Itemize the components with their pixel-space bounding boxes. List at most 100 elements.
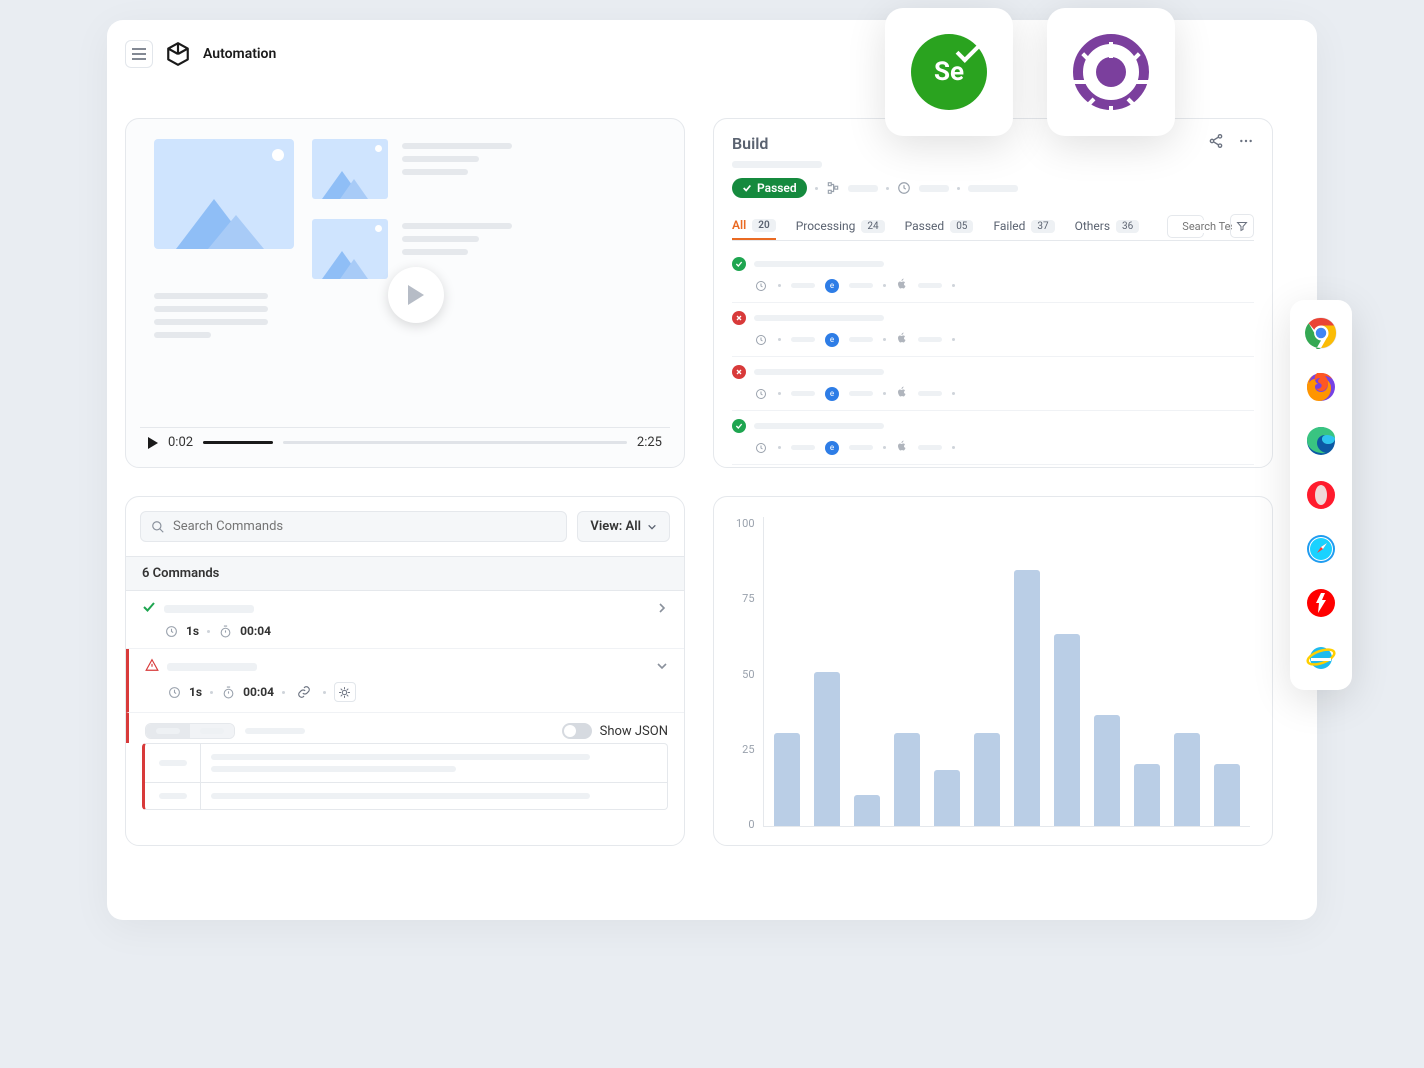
tab-failed[interactable]: Failed37	[993, 213, 1054, 239]
chart-bar	[1174, 733, 1200, 826]
play-icon[interactable]	[148, 437, 158, 449]
show-json-label: Show JSON	[600, 724, 668, 739]
firefox-icon	[1304, 370, 1338, 404]
command-detail-table	[142, 743, 668, 810]
placeholder-lines	[126, 279, 296, 338]
clock-icon	[167, 685, 181, 699]
media-thumbnail-small	[312, 139, 388, 199]
check-icon	[732, 419, 746, 433]
chevron-down-icon[interactable]	[656, 657, 668, 676]
integration-test-framework	[1047, 8, 1175, 136]
tab-others[interactable]: Others36	[1075, 213, 1140, 239]
media-thumbnail-small	[312, 219, 388, 279]
chart-bars	[763, 517, 1250, 827]
video-progress-remaining[interactable]	[283, 441, 627, 444]
chart-bar	[934, 770, 960, 826]
show-json-toggle[interactable]: Show JSON	[562, 723, 668, 739]
apple-icon	[896, 277, 908, 294]
chart-y-axis: 1007550250	[736, 517, 763, 845]
search-tests[interactable]	[1167, 215, 1204, 238]
apple-icon	[896, 331, 908, 348]
command-timestamp: 00:04	[243, 685, 274, 699]
integration-selenium: Se	[885, 8, 1013, 136]
browser-chip-icon: e	[825, 441, 839, 455]
chart-panel: 1007550250	[713, 496, 1273, 846]
search-commands[interactable]	[140, 511, 567, 542]
close-icon	[732, 311, 746, 325]
menu-button[interactable]	[125, 40, 153, 68]
y-tick: 0	[736, 818, 755, 831]
view-dropdown[interactable]: View: All	[577, 511, 670, 542]
command-item[interactable]: 1s 00:04	[126, 591, 684, 649]
chart-bar	[1054, 634, 1080, 826]
video-current-time: 0:02	[168, 435, 193, 450]
placeholder-lines	[402, 139, 512, 175]
tab-processing[interactable]: Processing24	[796, 213, 885, 239]
placeholder-line	[732, 161, 822, 168]
y-tick: 75	[736, 592, 755, 605]
y-tick: 50	[736, 668, 755, 681]
y-tick: 100	[736, 517, 755, 530]
hierarchy-icon	[826, 181, 840, 195]
apple-icon	[896, 385, 908, 402]
media-thumbnail-large	[154, 139, 294, 249]
check-icon	[142, 599, 156, 618]
search-commands-input[interactable]	[173, 519, 556, 534]
video-progress[interactable]	[203, 441, 273, 444]
build-panel: Build Passed	[713, 118, 1273, 468]
apple-icon	[896, 439, 908, 456]
build-tabs: All20 Processing24 Passed05 Failed37 Oth…	[732, 212, 1254, 241]
browser-chip-icon: e	[825, 333, 839, 347]
share-icon[interactable]	[1208, 133, 1224, 153]
app-title: Automation	[203, 46, 276, 62]
test-row[interactable]: e	[732, 249, 1254, 303]
more-icon[interactable]	[1238, 133, 1254, 153]
chevron-right-icon[interactable]	[656, 599, 668, 618]
debug-icon[interactable]	[334, 682, 356, 702]
browser-chip-icon: e	[825, 387, 839, 401]
stopwatch-icon	[221, 685, 235, 699]
video-panel: 0:02 2:25	[125, 118, 685, 468]
command-item[interactable]: 1s 00:04	[126, 649, 684, 713]
browser-chip-icon: e	[825, 279, 839, 293]
toggle-icon[interactable]	[562, 723, 592, 739]
tab-all[interactable]: All20	[732, 212, 776, 240]
search-tests-input[interactable]	[1182, 220, 1232, 233]
command-timestamp: 00:04	[240, 624, 271, 638]
tab-passed[interactable]: Passed05	[905, 213, 974, 239]
commands-count: 6 Commands	[126, 556, 684, 591]
check-icon	[732, 257, 746, 271]
video-duration: 2:25	[637, 435, 662, 450]
browser-rail	[1290, 300, 1352, 690]
chart-bar	[854, 795, 880, 826]
app-logo-icon	[165, 41, 191, 67]
stopwatch-icon	[218, 624, 232, 638]
build-title: Build	[732, 134, 768, 153]
chart-bar	[1014, 570, 1040, 826]
chart-bar	[974, 733, 1000, 826]
warning-icon	[145, 657, 159, 676]
app-shell: Automation	[107, 20, 1317, 920]
clock-icon	[897, 181, 911, 195]
clock-icon	[164, 624, 178, 638]
chart-bar	[814, 672, 840, 827]
link-icon[interactable]	[293, 682, 315, 702]
chart-bar	[1214, 764, 1240, 826]
status-badge: Passed	[732, 178, 807, 198]
segmented-control[interactable]	[145, 723, 235, 739]
test-row[interactable]: e	[732, 357, 1254, 411]
chart-bar	[1094, 715, 1120, 826]
chart-bar	[774, 733, 800, 826]
play-button[interactable]	[388, 267, 444, 323]
ie-icon	[1304, 640, 1338, 674]
filter-button[interactable]	[1230, 214, 1254, 238]
test-row[interactable]: e	[732, 303, 1254, 357]
chevron-down-icon	[647, 522, 657, 532]
selenium-icon: Se	[911, 34, 987, 110]
command-duration: 1s	[189, 685, 202, 699]
clock-icon	[754, 333, 768, 347]
opera-icon	[1304, 478, 1338, 512]
edge-icon	[1304, 424, 1338, 458]
test-row[interactable]: e	[732, 411, 1254, 465]
clock-icon	[754, 441, 768, 455]
